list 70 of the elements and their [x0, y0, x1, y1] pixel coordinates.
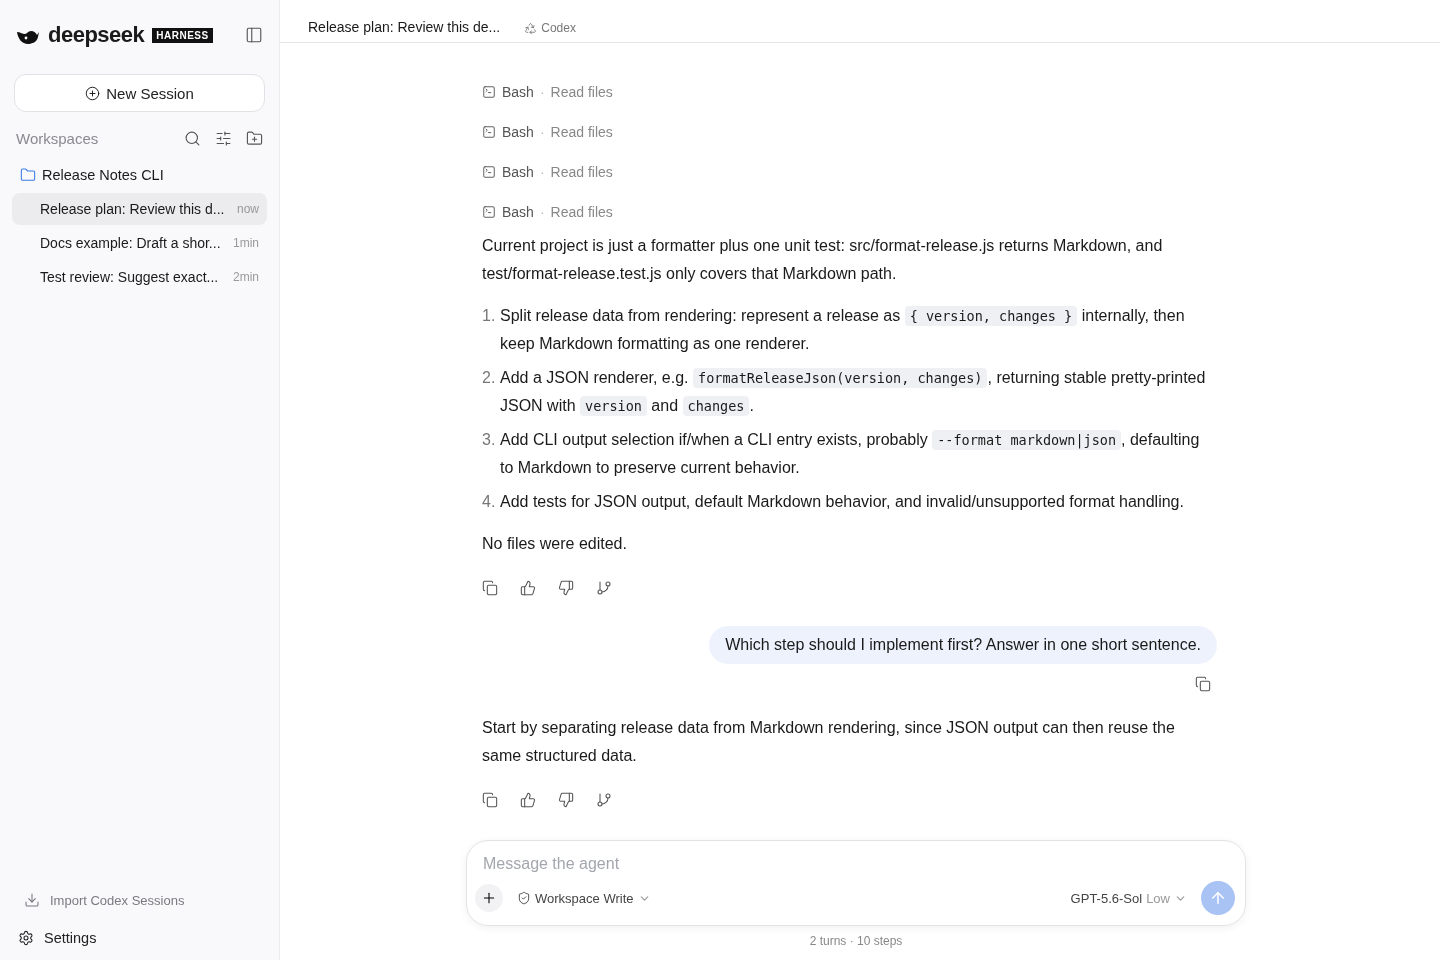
search-button[interactable]: [184, 130, 201, 147]
session-item[interactable]: Docs example: Draft a shor... 1min: [12, 227, 267, 259]
thumbs-down-button[interactable]: [558, 792, 574, 808]
session-time: 2min: [233, 270, 259, 284]
tool-action: Read files: [550, 204, 613, 220]
tool-name: Bash: [502, 204, 534, 220]
section-label: Workspaces: [16, 130, 100, 147]
list-item: Split release data from rendering: represent a release as { version, changes } internally, then keep Markdown formatting as one renderer.: [500, 305, 1186, 354]
copy-button[interactable]: [1195, 676, 1211, 692]
recycle-icon: [524, 21, 538, 35]
session-time: now: [237, 202, 259, 216]
copy-button[interactable]: [482, 792, 498, 808]
agent-label: Codex: [541, 21, 576, 35]
new-session-button[interactable]: New Session: [14, 74, 265, 112]
branch-button[interactable]: [596, 580, 612, 596]
message-text: Current project is just a formatter plus one unit test: src/format-release.js returns Markdown, and test/format-release.test.js only covers that Markdown path.: [482, 236, 1164, 284]
separator-dot: ·: [539, 84, 545, 100]
tool-action: Read files: [550, 164, 613, 180]
session-item[interactable]: Release plan: Review this d... now: [12, 193, 267, 225]
terminal-icon: [482, 85, 496, 99]
terminal-icon: [482, 125, 496, 139]
download-icon: [24, 892, 40, 908]
message-text: Start by separating release data from Markdown rendering, since JSON output can then reuse the same structured data.: [482, 718, 1176, 766]
session-title: Release plan: Review this d...: [40, 201, 226, 217]
folder-icon: [20, 167, 36, 183]
branch-button[interactable]: [596, 792, 612, 808]
add-button[interactable]: [475, 884, 503, 912]
filter-button[interactable]: [215, 130, 232, 147]
model-dropdown[interactable]: GPT-5.6-Sol Low: [1070, 890, 1187, 906]
terminal-icon: [482, 165, 496, 179]
session-item[interactable]: Test review: Suggest exact... 2min: [12, 261, 267, 293]
message-text: No files were edited.: [482, 534, 628, 554]
tool-action: Read files: [550, 124, 613, 140]
separator-dot: ·: [539, 124, 545, 140]
user-message: Which step should I implement first? Answer in one short sentence.: [709, 626, 1217, 664]
new-folder-button[interactable]: [246, 130, 263, 147]
settings-icon: [18, 930, 34, 946]
plus-circle-icon: [85, 85, 101, 101]
brand-name: deepseek: [48, 22, 145, 48]
thumbs-down-button[interactable]: [558, 580, 574, 596]
session-title: Release plan: Review this de...: [308, 19, 501, 35]
shield-icon: [517, 891, 531, 905]
session-time: 1min: [233, 236, 259, 250]
thumbs-up-button[interactable]: [520, 792, 536, 808]
copy-button[interactable]: [482, 580, 498, 596]
sidebar-toggle-button[interactable]: [245, 26, 263, 44]
list-number: 3.: [482, 430, 497, 450]
session-title: Test review: Suggest exact...: [40, 269, 220, 285]
tool-name: Bash: [502, 84, 534, 100]
turn-summary: 2 turns · 10 steps: [808, 934, 904, 948]
list-number: 1.: [482, 306, 497, 326]
terminal-icon: [482, 205, 496, 219]
list-item: Add CLI output selection if/when a CLI entry exists, probably --format markdown|json , defaulting to Markdown to preserve current behavior.: [500, 429, 1201, 478]
list-number: 4.: [482, 492, 497, 512]
workspace-name: Release Notes CLI: [42, 167, 164, 183]
separator-dot: ·: [539, 164, 545, 180]
tool-name: Bash: [502, 164, 534, 180]
import-link[interactable]: Import Codex Sessions: [18, 892, 261, 908]
harness-badge: HARNESS: [152, 27, 213, 43]
list-number: 2.: [482, 368, 497, 388]
thumbs-up-button[interactable]: [520, 580, 536, 596]
session-title: Docs example: Draft a shor...: [40, 235, 222, 251]
tool-action: Read files: [550, 84, 613, 100]
permission-dropdown[interactable]: Workspace Write: [517, 890, 651, 906]
plus-icon: [481, 890, 497, 906]
list-item: Add tests for JSON output, default Markdown behavior, and invalid/unsupported format handling.: [500, 492, 1184, 512]
settings-link[interactable]: Settings: [18, 930, 261, 946]
list-item: Add a JSON renderer, e.g. formatReleaseJson(version, changes) , returning stable pretty-printed JSON with version and changes .: [500, 367, 1207, 418]
tool-name: Bash: [502, 124, 534, 140]
separator-dot: ·: [539, 204, 545, 220]
